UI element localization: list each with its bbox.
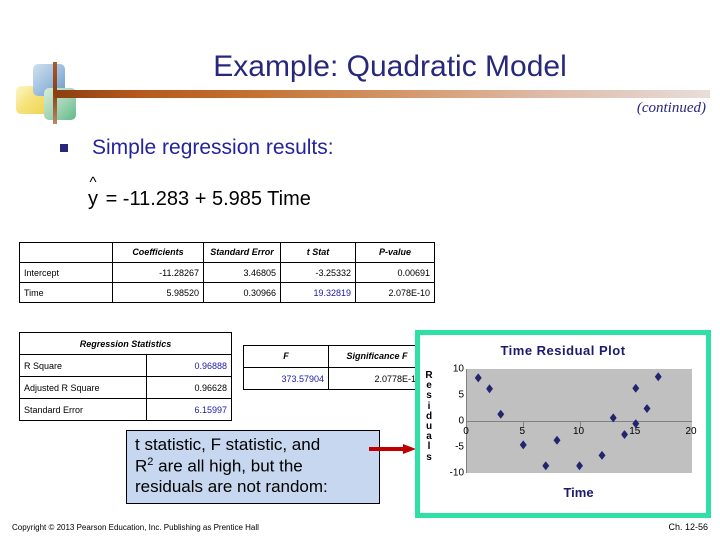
chart-y-tick-label: 0: [458, 415, 464, 427]
row-label-r-square: R Square: [19, 354, 147, 377]
chart-data-point: [576, 461, 583, 471]
table-header-row: Regression Statistics: [19, 332, 232, 355]
col-header-coefficients: Coefficients: [112, 242, 204, 263]
chart-data-point: [542, 461, 550, 471]
callout-arrow-icon: [369, 444, 417, 454]
table-row: Adjusted R Square 0.96628: [19, 376, 232, 399]
equation-body: = -11.283 + 5.985 Time: [105, 188, 311, 210]
chart-data-point: [632, 383, 640, 393]
standard-error-value: 6.15997: [146, 398, 232, 421]
chart-y-tick-label: 5: [458, 389, 464, 401]
intercept-p-value: 0.00691: [355, 262, 435, 283]
chart-x-ticks: 0 5 10 15 20: [463, 426, 696, 440]
r-square-value: 0.96888: [146, 354, 232, 377]
callout-line-2: R2 are all high, but the: [135, 456, 371, 477]
chart-y-tick-label: -10: [449, 467, 464, 479]
callout-r-symbol: R: [135, 456, 148, 476]
time-coefficient: 5.98520: [112, 282, 204, 303]
row-label-standard-error: Standard Error: [19, 398, 147, 421]
col-header-standard-error: Standard Error: [203, 242, 281, 263]
arrow-shaft: [369, 447, 405, 451]
intercept-standard-error: 3.46805: [203, 262, 281, 283]
chart-x-axis-title: Time: [563, 485, 594, 500]
table-row: Intercept -11.28267 3.46805 -3.25332 0.0…: [19, 262, 435, 283]
chart-y-tick-label: 10: [452, 363, 464, 375]
regression-statistics-title: Regression Statistics: [19, 332, 232, 355]
significance-f-value: 2.0778E-10: [328, 367, 426, 390]
bullet-row: Simple regression results:: [60, 136, 334, 160]
row-label-adjusted-r-square: Adjusted R Square: [19, 376, 147, 399]
chart-data-point: [643, 404, 651, 414]
table-row: 373.57904 2.0778E-10: [243, 367, 426, 390]
chart-y-ticks: -10 -5 0 5 10: [434, 364, 464, 479]
col-header-p-value: P-value: [355, 242, 435, 263]
chart-x-tick-label: 20: [685, 426, 697, 437]
chart-data-point: [486, 384, 493, 394]
row-label-time: Time: [19, 282, 113, 303]
col-header-significance-f: Significance F: [328, 345, 426, 368]
chart-data-point: [654, 372, 662, 382]
chart-data-point: [474, 373, 482, 383]
intercept-coefficient: -11.28267: [112, 262, 204, 283]
y-variable: y: [88, 188, 98, 210]
y-hat-symbol: ^ y: [88, 175, 98, 211]
table-row: Time 5.98520 0.30966 19.32819 2.078E-10: [19, 282, 435, 303]
header-divider: [55, 90, 710, 98]
residual-plot-frame: Time Residual Plot Residuals -10 -5 0 5 10 0…: [415, 330, 711, 518]
regression-statistics-table: Regression Statistics R Square 0.96888 A…: [19, 332, 232, 421]
hat-accent: ^: [89, 174, 97, 191]
footer-page-number: Ch. 12-56: [668, 522, 708, 532]
anova-f-table: F Significance F 373.57904 2.0778E-10: [243, 345, 426, 390]
time-t-stat: 19.32819: [280, 282, 356, 303]
time-p-value: 2.078E-10: [355, 282, 435, 303]
callout-box: t statistic, F statistic, and R2 are all…: [126, 430, 380, 504]
col-header-t-stat: t Stat: [280, 242, 356, 263]
chart-plot-area: [466, 369, 692, 473]
continued-label: (continued): [636, 100, 706, 116]
chart-data-point: [519, 440, 527, 450]
chart-x-tick-label: 15: [629, 426, 641, 437]
table-row: Standard Error 6.15997: [19, 398, 232, 421]
chart-title: Time Residual Plot: [500, 343, 626, 358]
chart-x-tick-label: 10: [572, 426, 585, 437]
table-header-row: F Significance F: [243, 345, 426, 368]
chart-data-point: [497, 409, 505, 419]
col-header-blank: [19, 242, 113, 263]
regression-equation: ^ y = -11.283 + 5.985 Time: [88, 175, 311, 211]
chart-data-point: [598, 450, 606, 460]
bullet-label: Simple regression results:: [92, 136, 334, 159]
coefficients-table: Coefficients Standard Error t Stat P-val…: [19, 242, 435, 303]
f-value: 373.57904: [243, 367, 329, 390]
table-row: R Square 0.96888: [19, 354, 232, 377]
time-standard-error: 0.30966: [203, 282, 281, 303]
chart-y-tick-label: -5: [455, 441, 464, 453]
footer-copyright: Copyright © 2013 Pearson Education, Inc.…: [12, 523, 259, 532]
slide-canvas: Example: Quadratic Model (continued) Sim…: [0, 0, 720, 540]
row-label-intercept: Intercept: [19, 262, 113, 283]
bullet-square-icon: [60, 144, 68, 152]
callout-line-3: residuals are not random:: [135, 477, 328, 497]
callout-line-2-rest: are all high, but the: [153, 456, 303, 476]
chart-x-tick-label: 0: [463, 426, 469, 437]
page-title: Example: Quadratic Model: [213, 50, 567, 83]
chart-x-tick-label: 5: [519, 426, 526, 437]
intercept-t-stat: -3.25332: [280, 262, 356, 283]
col-header-f: F: [243, 345, 329, 368]
adjusted-r-square-value: 0.96628: [146, 376, 232, 399]
table-header-row: Coefficients Standard Error t Stat P-val…: [19, 242, 435, 263]
callout-line-1: t statistic, F statistic, and: [135, 435, 321, 454]
